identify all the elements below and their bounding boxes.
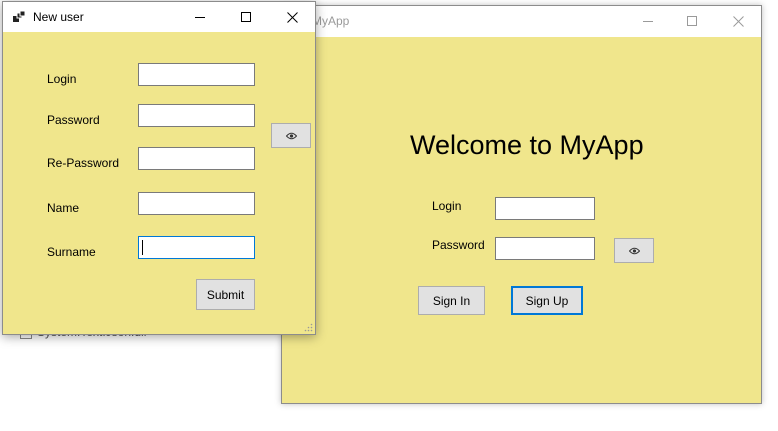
dialog-title: New user: [33, 10, 84, 24]
welcome-heading: Welcome to MyApp: [410, 130, 644, 160]
sign-in-button[interactable]: Sign In: [418, 286, 485, 315]
close-icon: [286, 11, 298, 23]
new-password-input[interactable]: [138, 104, 255, 127]
close-icon: [732, 15, 744, 27]
minimize-icon: [643, 21, 653, 22]
maximize-button[interactable]: [669, 6, 715, 36]
maximize-icon: [241, 12, 251, 22]
app-icon: [13, 11, 25, 22]
new-login-input[interactable]: [138, 63, 255, 86]
submit-button[interactable]: Submit: [196, 279, 255, 310]
re-password-label: Re-Password: [47, 156, 120, 170]
re-password-input[interactable]: [138, 147, 255, 170]
minimize-icon: [195, 17, 205, 18]
sign-up-button[interactable]: Sign Up: [511, 286, 583, 315]
minimize-button[interactable]: [625, 6, 671, 36]
name-input[interactable]: [138, 192, 255, 215]
dialog-close-button[interactable]: [269, 2, 315, 32]
password-label: Password: [432, 238, 485, 252]
login-label: Login: [47, 72, 77, 86]
login-input[interactable]: [495, 197, 595, 220]
main-titlebar[interactable]: MyApp: [282, 6, 761, 37]
dialog-show-password-button[interactable]: [271, 123, 311, 148]
show-password-button[interactable]: [614, 238, 654, 263]
surname-input[interactable]: [138, 236, 255, 259]
name-label: Name: [47, 201, 80, 215]
dialog-maximize-button[interactable]: [223, 2, 269, 32]
dialog-minimize-button[interactable]: [177, 2, 223, 32]
resize-grip-icon: [304, 323, 313, 332]
close-button[interactable]: [715, 6, 761, 36]
main-window: MyApp Welcome to MyApp Login Password Si…: [281, 5, 762, 404]
main-window-title: MyApp: [312, 14, 350, 28]
eye-icon: [628, 247, 640, 254]
maximize-icon: [687, 16, 697, 26]
surname-label: Surname: [47, 245, 96, 259]
text-caret: [142, 240, 143, 255]
new-user-dialog: New user Login Password Re-Password Name…: [2, 1, 316, 335]
dialog-titlebar[interactable]: New user: [3, 2, 315, 32]
password-label: Password: [47, 113, 100, 127]
password-input[interactable]: [495, 237, 595, 260]
eye-icon: [285, 132, 297, 139]
login-label: Login: [432, 199, 462, 213]
